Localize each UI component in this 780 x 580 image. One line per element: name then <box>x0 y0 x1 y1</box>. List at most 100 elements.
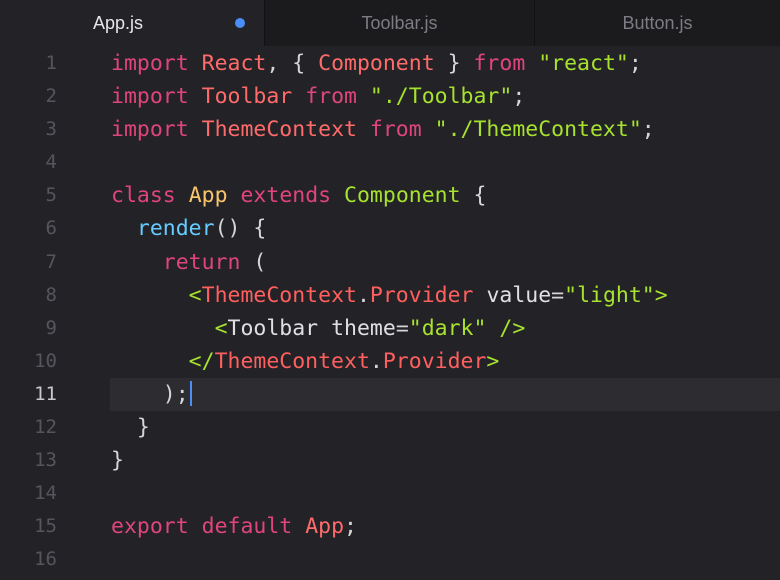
code-token: ; <box>641 117 655 143</box>
code-line[interactable]: 6 render() { <box>0 212 780 245</box>
line-number: 1 <box>45 52 57 74</box>
line-number: 9 <box>45 316 57 339</box>
line-content: ); <box>111 378 192 411</box>
code-line[interactable]: 8 <ThemeContext.Provider value="light"> <box>0 279 780 312</box>
code-token: { <box>460 183 487 209</box>
code-token: Provider <box>382 348 487 374</box>
code-token: import <box>111 84 189 110</box>
code-token: return <box>162 249 241 275</box>
code-token: } <box>111 415 150 441</box>
code-token: extends <box>240 183 332 209</box>
line-number: 11 <box>34 382 57 405</box>
line-content: class App extends Component { <box>111 179 486 212</box>
code-line[interactable]: 11 ); <box>0 377 780 412</box>
code-token: ; <box>512 84 526 110</box>
code-token: from <box>305 84 357 110</box>
code-token: ; <box>344 514 357 540</box>
tab-button-js[interactable]: Button.js <box>535 0 780 46</box>
line-number: 2 <box>45 85 57 108</box>
line-content: return ( <box>111 246 267 279</box>
code-token: export <box>111 514 189 540</box>
code-line[interactable]: 10 </ThemeContext.Provider> <box>0 345 780 378</box>
code-editor[interactable]: App.js Toolbar.js Button.js 1 import Reac… <box>0 0 780 580</box>
code-token: = <box>395 315 409 341</box>
code-token: value <box>486 282 552 308</box>
line-number: 13 <box>34 449 57 472</box>
code-token: < <box>214 315 228 341</box>
tab-label: Button.js <box>622 12 693 33</box>
code-token: > <box>654 282 668 308</box>
code-token: } <box>111 448 124 474</box>
code-line[interactable]: 4 <box>0 146 780 179</box>
code-token: class <box>111 183 176 209</box>
code-line[interactable]: 1 import React, { Component } from "react… <box>0 47 780 80</box>
line-content: import Toolbar from "./Toolbar"; <box>111 80 525 113</box>
code-token: ThemeContext <box>214 348 370 374</box>
code-token: "light" <box>564 282 655 308</box>
line-content: export default App; <box>111 510 357 543</box>
code-token: "./ThemeContext" <box>434 117 642 143</box>
line-number: 3 <box>45 118 57 141</box>
code-token: theme <box>331 315 396 341</box>
code-token: "react" <box>538 51 629 76</box>
code-token: Provider <box>369 282 474 308</box>
code-token: Toolbar <box>227 315 319 341</box>
code-token: ThemeContext <box>201 117 357 143</box>
tab-app-js[interactable]: App.js <box>0 0 265 46</box>
tab-label: Toolbar.js <box>361 12 438 33</box>
code-line[interactable]: 16 <box>0 543 780 576</box>
line-content: <Toolbar theme="dark" /> <box>111 312 526 345</box>
code-line[interactable]: 5 class App extends Component { <box>0 179 780 212</box>
unsaved-changes-dot-icon <box>235 18 245 28</box>
line-number: 16 <box>34 548 57 571</box>
code-token: "./Toolbar" <box>369 84 513 110</box>
line-content: import React, { Component } from "react"… <box>111 47 642 80</box>
code-line[interactable]: 7 return ( <box>0 246 780 279</box>
code-token: Toolbar <box>201 84 293 110</box>
tab-label: App.js <box>92 12 144 33</box>
line-content: } <box>111 411 150 444</box>
code-line[interactable]: 15 export default App; <box>0 510 780 543</box>
code-line[interactable]: 2 import Toolbar from "./Toolbar"; <box>0 80 780 113</box>
line-number: 15 <box>34 515 57 538</box>
line-number: 5 <box>45 184 57 207</box>
code-token: () { <box>214 216 267 242</box>
code-token: ThemeContext <box>201 282 357 308</box>
line-number: 4 <box>45 151 57 174</box>
code-token: App <box>305 514 345 540</box>
code-token: > <box>486 348 500 374</box>
code-token: . <box>369 348 383 374</box>
line-number: 6 <box>45 217 57 240</box>
text-cursor <box>189 380 192 406</box>
code-line[interactable]: 9 <Toolbar theme="dark" /> <box>0 312 780 345</box>
line-number: 10 <box>34 349 57 372</box>
tab-bar: App.js Toolbar.js Button.js <box>0 0 780 46</box>
code-token: = <box>551 282 565 308</box>
tab-toolbar-js[interactable]: Toolbar.js <box>265 0 535 46</box>
code-token: . <box>356 282 370 308</box>
code-line[interactable]: 13} <box>0 444 780 477</box>
line-number: 7 <box>45 250 57 273</box>
code-token: /> <box>499 315 526 341</box>
code-area[interactable]: 1 import React, { Component } from "react… <box>0 47 780 577</box>
code-token: "dark" <box>408 315 487 341</box>
line-content: </ThemeContext.Provider> <box>111 345 500 378</box>
code-line[interactable]: 12 } <box>0 411 780 444</box>
code-line[interactable]: 14 <box>0 477 780 510</box>
code-token: import <box>111 51 189 76</box>
code-line[interactable]: 3 import ThemeContext from "./ThemeContex… <box>0 113 780 146</box>
